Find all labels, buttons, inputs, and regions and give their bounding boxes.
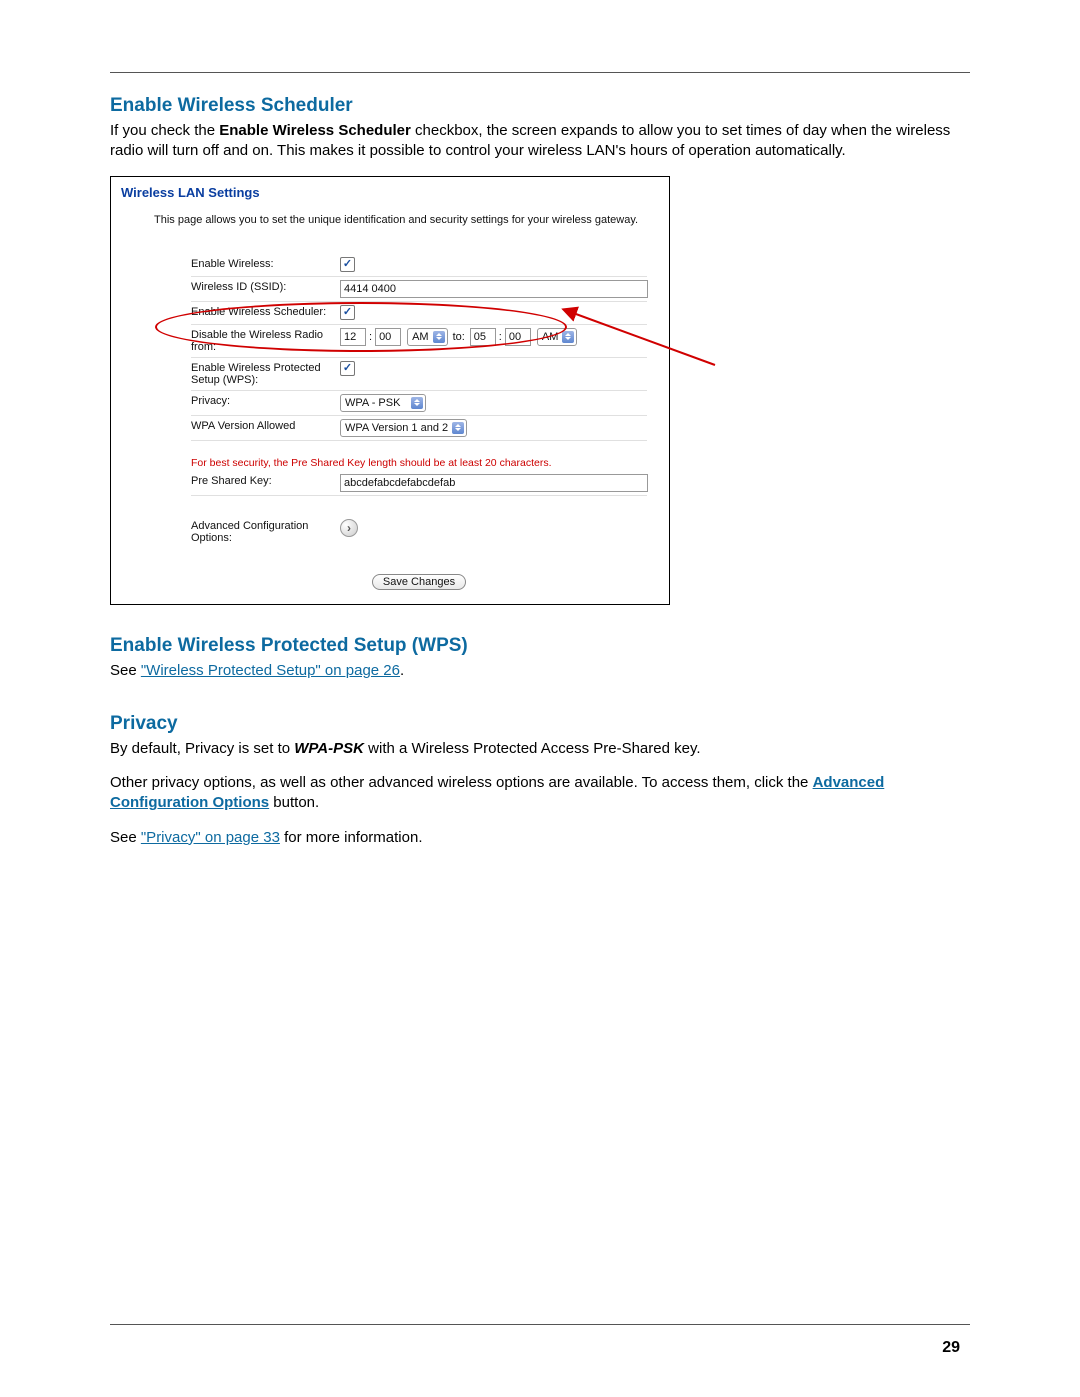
dropdown-icon — [452, 422, 464, 434]
dropdown-icon — [433, 331, 445, 343]
security-note: For best security, the Pre Shared Key le… — [191, 457, 647, 469]
advanced-options-button[interactable] — [340, 519, 358, 537]
label-enable-scheduler: Enable Wireless Scheduler: — [191, 303, 340, 321]
text-to: to: — [448, 331, 470, 343]
row-wpa-version: WPA Version Allowed WPA Version 1 and 2 — [191, 416, 647, 441]
text: If you check the — [110, 122, 219, 139]
paragraph-privacy-1: By default, Privacy is set to WPA-PSK wi… — [110, 739, 970, 759]
input-from-hour[interactable]: 12 — [340, 328, 366, 346]
link-privacy-page[interactable]: "Privacy" on page 33 — [141, 829, 280, 846]
row-wps: Enable Wireless Protected Setup (WPS): — [191, 358, 647, 391]
input-from-min[interactable]: 00 — [375, 328, 401, 346]
input-ssid[interactable]: 4414 0400 — [340, 280, 648, 298]
heading-privacy: Privacy — [110, 713, 970, 735]
bold-text: Enable Wireless Scheduler — [219, 122, 411, 139]
bottom-rule — [110, 1324, 970, 1325]
page-number: 29 — [942, 1339, 960, 1357]
settings-panel: Wireless LAN Settings This page allows y… — [110, 176, 670, 605]
input-to-hour[interactable]: 05 — [470, 328, 496, 346]
checkbox-wps[interactable] — [340, 361, 355, 376]
text: : — [496, 331, 505, 343]
input-to-min[interactable]: 00 — [505, 328, 531, 346]
select-privacy[interactable]: WPA - PSK — [340, 394, 426, 412]
bold-italic-text: WPA-PSK — [294, 740, 364, 757]
checkbox-enable-scheduler[interactable] — [340, 305, 355, 320]
row-enable-wireless: Enable Wireless: — [191, 254, 647, 277]
heading-scheduler: Enable Wireless Scheduler — [110, 95, 970, 117]
label-wps: Enable Wireless Protected Setup (WPS): — [191, 359, 340, 389]
dropdown-icon — [411, 397, 423, 409]
settings-form: Enable Wireless: Wireless ID (SSID): 441… — [191, 254, 647, 590]
row-privacy: Privacy: WPA - PSK — [191, 391, 647, 416]
label-wpa-version: WPA Version Allowed — [191, 417, 340, 435]
label-ssid: Wireless ID (SSID): — [191, 278, 340, 296]
label-psk: Pre Shared Key: — [191, 472, 340, 490]
select-wpa-version[interactable]: WPA Version 1 and 2 — [340, 419, 467, 437]
text: By default, Privacy is set to — [110, 740, 294, 757]
text: See — [110, 662, 141, 679]
checkbox-enable-wireless[interactable] — [340, 257, 355, 272]
label-enable-wireless: Enable Wireless: — [191, 255, 340, 273]
text: Other privacy options, as well as other … — [110, 774, 813, 791]
panel-description: This page allows you to set the unique i… — [154, 214, 659, 226]
row-advanced: Advanced Configuration Options: — [191, 516, 647, 548]
text: : — [366, 331, 375, 343]
label-advanced: Advanced Configuration Options: — [191, 517, 340, 547]
paragraph-scheduler: If you check the Enable Wireless Schedul… — [110, 121, 970, 162]
row-ssid: Wireless ID (SSID): 4414 0400 — [191, 277, 647, 302]
row-psk: Pre Shared Key: abcdefabcdefabcdefab — [191, 471, 647, 496]
paragraph-privacy-3: See "Privacy" on page 33 for more inform… — [110, 828, 970, 848]
label-disable-radio: Disable the Wireless Radio from: — [191, 326, 340, 356]
text: . — [400, 662, 404, 679]
row-enable-scheduler: Enable Wireless Scheduler: — [191, 302, 647, 325]
panel-title: Wireless LAN Settings — [121, 185, 659, 200]
row-disable-radio: Disable the Wireless Radio from: 12 : 00… — [191, 325, 647, 358]
link-wps-page[interactable]: "Wireless Protected Setup" on page 26 — [141, 662, 400, 679]
input-psk[interactable]: abcdefabcdefabcdefab — [340, 474, 648, 492]
label-privacy: Privacy: — [191, 392, 340, 410]
text: for more information. — [280, 829, 423, 846]
dropdown-icon — [562, 331, 574, 343]
text: See — [110, 829, 141, 846]
select-to-ampm[interactable]: AM — [537, 328, 578, 346]
top-rule — [110, 72, 970, 73]
text: button. — [269, 794, 319, 811]
heading-wps: Enable Wireless Protected Setup (WPS) — [110, 635, 970, 657]
save-changes-button[interactable]: Save Changes — [372, 574, 466, 590]
text: with a Wireless Protected Access Pre-Sha… — [364, 740, 701, 757]
paragraph-privacy-2: Other privacy options, as well as other … — [110, 773, 970, 814]
select-from-ampm[interactable]: AM — [407, 328, 448, 346]
paragraph-wps: See "Wireless Protected Setup" on page 2… — [110, 661, 970, 681]
